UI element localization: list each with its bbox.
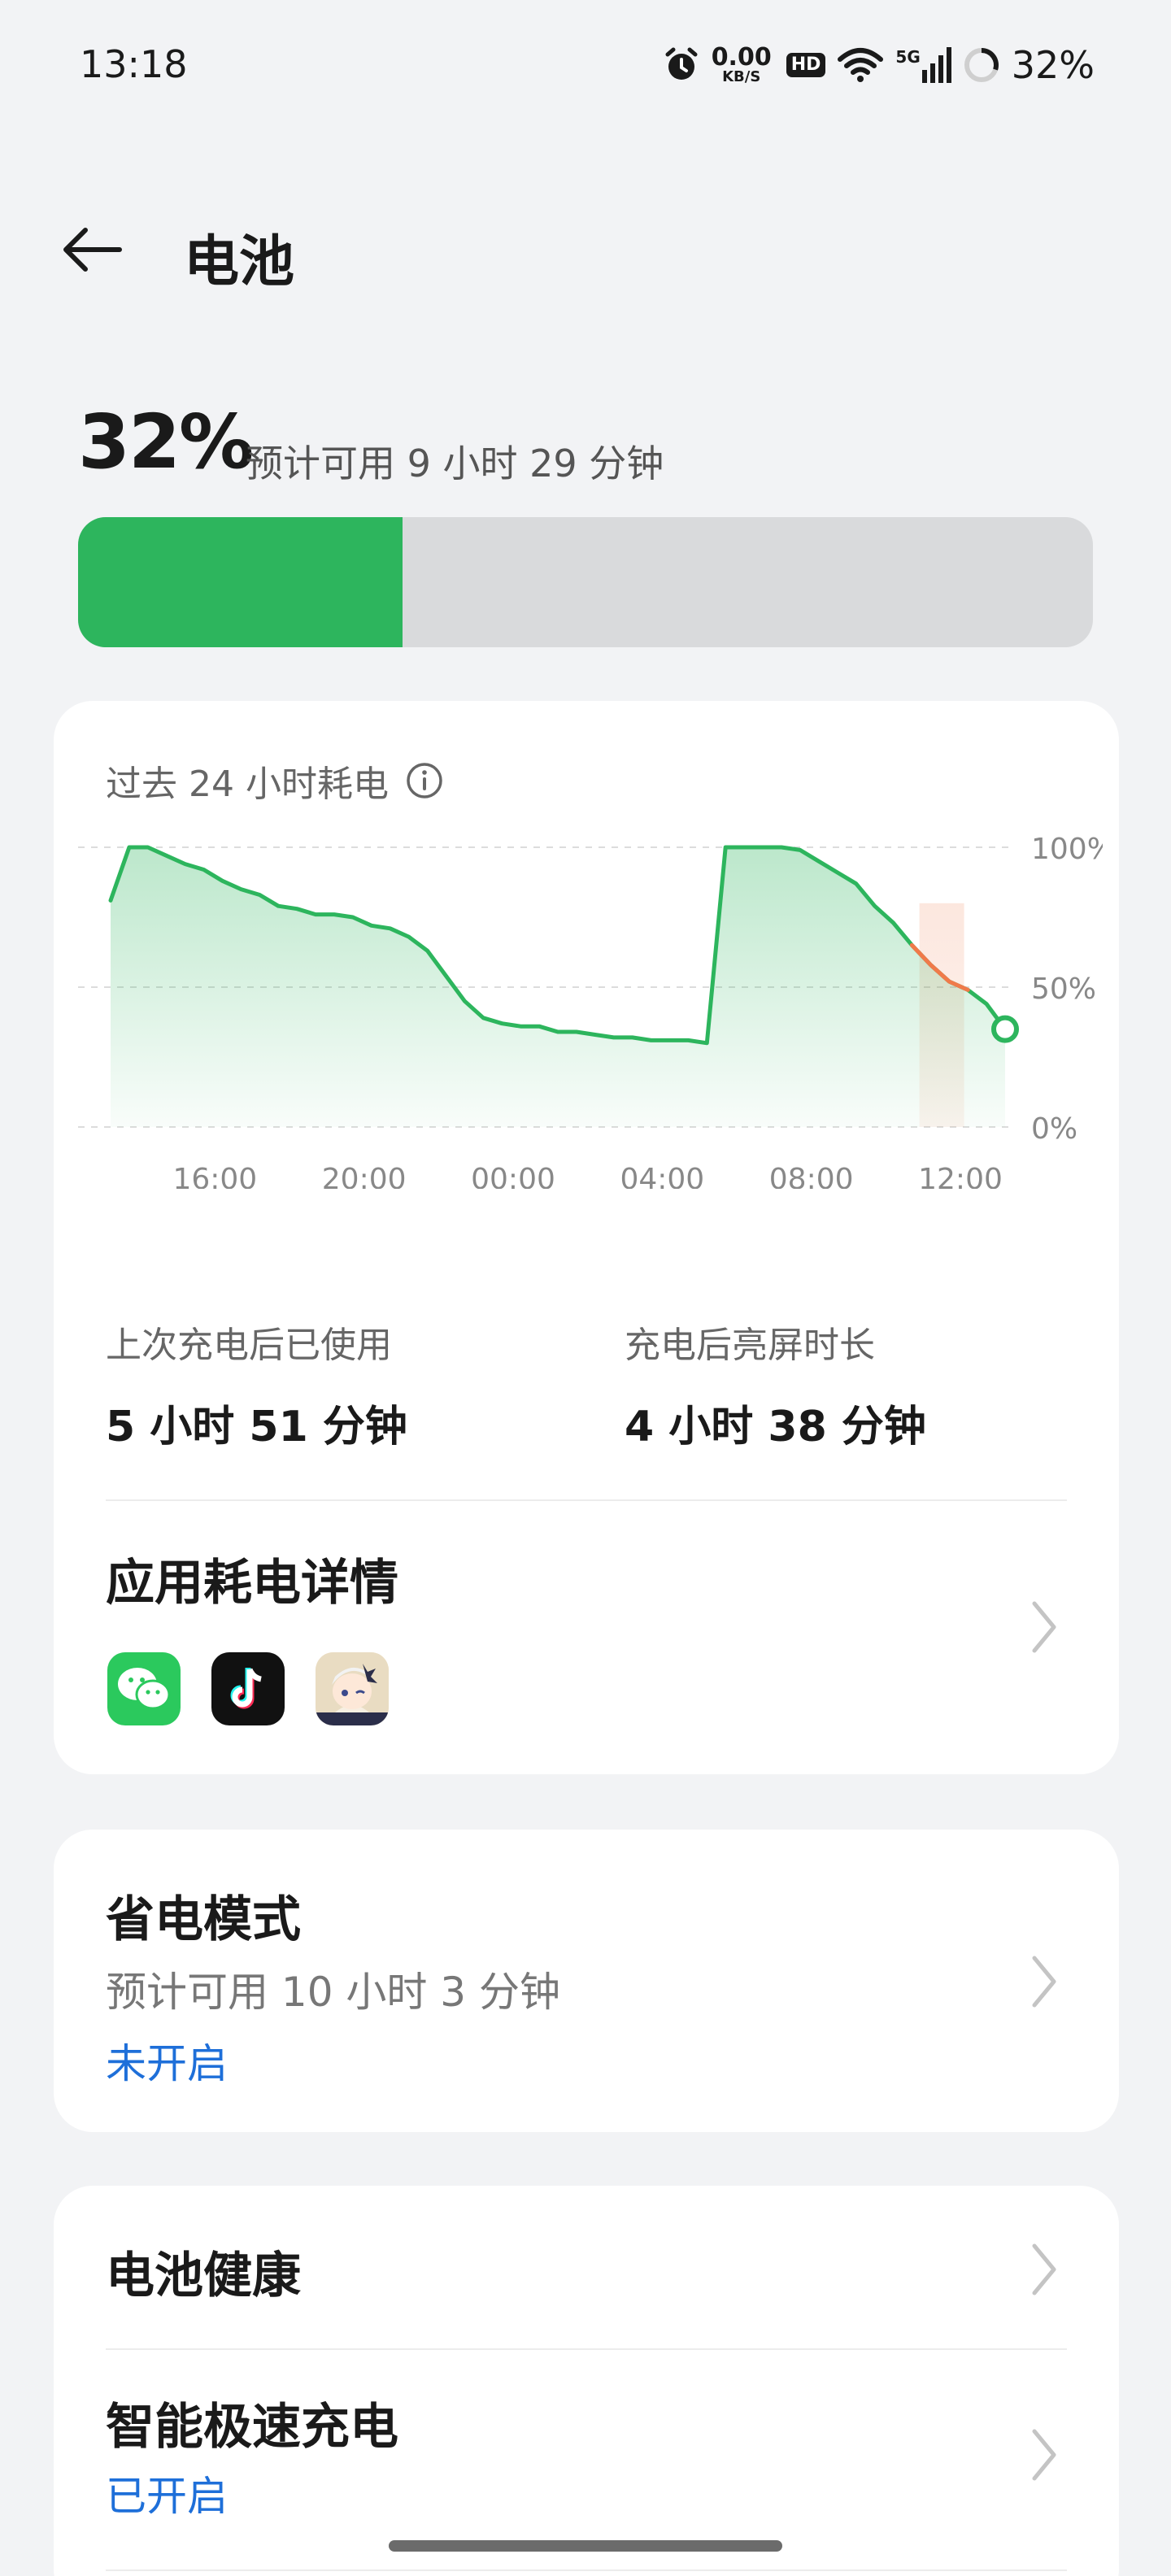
battery-estimate: 预计可用 9 小时 29 分钟 [246, 442, 664, 485]
fast-charge-row[interactable]: 智能极速充电 已开启 [54, 2350, 1119, 2569]
status-battery-percent: 32% [1011, 43, 1095, 87]
app-usage-detail-row[interactable]: 应用耗电详情 [54, 1501, 1119, 1774]
power-saving-card[interactable]: 省电模式 预计可用 10 小时 3 分钟 未开启 [54, 1830, 1119, 2132]
app-usage-detail-title: 应用耗电详情 [106, 1555, 398, 1612]
chevron-right-icon [1032, 1601, 1056, 1653]
chart-x-tick-label: 08:00 [769, 1163, 854, 1189]
stat-screen-on: 充电后亮屏时长 4 小时 38 分钟 [625, 1316, 926, 1453]
chart-y-tick-label: 0% [1031, 1112, 1077, 1146]
fast-charge-title: 智能极速充电 [106, 2399, 398, 2456]
chart-x-tick-label: 12:00 [918, 1163, 1003, 1189]
net-speed-unit: KB/S [722, 68, 761, 85]
chart-x-tick-label: 00:00 [471, 1163, 555, 1189]
stat-since-charge-label: 上次充电后已使用 [106, 1325, 392, 1366]
chart-current-point [991, 1015, 1019, 1043]
battery-health-row[interactable]: 电池健康 [54, 2186, 1119, 2348]
back-button[interactable] [55, 213, 128, 286]
network-type: 5G [895, 47, 921, 67]
chevron-right-icon [1032, 2243, 1056, 2295]
battery-ring-icon [963, 46, 1000, 84]
power-saving-status: 未开启 [106, 2040, 228, 2087]
usage-card: 过去 24 小时耗电 100% 50% 0% [54, 701, 1119, 1774]
chart-x-tick-label: 20:00 [322, 1163, 407, 1189]
signal-icon: 5G [895, 47, 951, 83]
battery-settings-card: 电池健康 智能极速充电 已开启 [54, 2186, 1119, 2576]
battery-level: 32% [78, 398, 254, 485]
net-speed: 0.00 KB/S [712, 46, 772, 85]
battery-level-bar [78, 517, 1093, 647]
chevron-right-icon [1032, 2429, 1056, 2481]
chart-x-tick-label: 16:00 [172, 1163, 257, 1189]
chevron-right-icon [1032, 1956, 1056, 2008]
page-title: 电池 [184, 230, 295, 294]
arrow-left-icon [63, 228, 122, 272]
fast-charge-status: 已开启 [106, 2473, 228, 2520]
chart-y-tick-label: 50% [1031, 973, 1096, 1006]
battery-level-fill [78, 517, 403, 647]
app-icons [107, 1652, 389, 1725]
wechat-icon [107, 1652, 181, 1725]
game-avatar-icon [316, 1652, 389, 1725]
battery-health-title: 电池健康 [106, 2247, 301, 2304]
status-bar: 13:18 0.00 KB/S HD 5G 32% [0, 0, 1171, 130]
info-icon[interactable] [405, 761, 444, 800]
power-saving-title: 省电模式 [106, 1891, 301, 1948]
wifi-icon [837, 46, 884, 84]
usage-chart: 100% 50% 0% 16:00 20:00 00:00 04:00 08:00 12:00 [78, 831, 1115, 1196]
tiktok-icon [211, 1652, 285, 1725]
usage-title-row: 过去 24 小时耗电 [106, 755, 444, 807]
stat-since-charge: 上次充电后已使用 5 小时 51 分钟 [106, 1316, 407, 1453]
stat-since-charge-value: 5 小时 51 分钟 [106, 1403, 407, 1451]
alarm-icon [663, 46, 700, 84]
status-icons: 0.00 KB/S HD 5G 32% [663, 39, 1095, 91]
chart-y-tick-label: 100% [1031, 833, 1103, 866]
stat-screen-on-value: 4 小时 38 分钟 [625, 1403, 926, 1451]
chart-x-tick-label: 04:00 [620, 1163, 704, 1189]
net-speed-value: 0.00 [711, 43, 772, 72]
status-time: 13:18 [80, 42, 188, 86]
usage-title: 过去 24 小时耗电 [106, 764, 389, 805]
page-header: 电池 [0, 195, 1171, 301]
divider [106, 2569, 1067, 2571]
power-saving-estimate: 预计可用 10 小时 3 分钟 [106, 1969, 561, 2016]
stat-screen-on-label: 充电后亮屏时长 [625, 1325, 875, 1366]
hd-icon: HD [786, 53, 826, 77]
home-indicator[interactable] [389, 2540, 782, 2552]
